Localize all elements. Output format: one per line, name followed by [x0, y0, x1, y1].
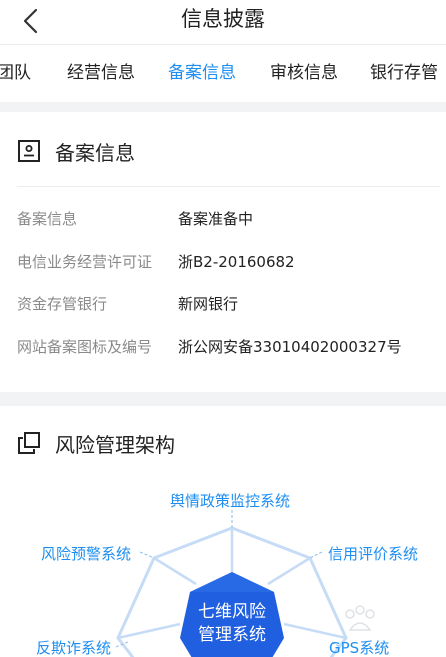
center-label-line2: 管理系统 — [198, 625, 266, 644]
tab-bar: 团队 经营信息 备案信息 审核信息 银行存管 — [0, 44, 446, 102]
info-value: 新网银行 — [178, 295, 239, 313]
info-label: 网站备案图标及编号 — [17, 338, 153, 356]
id-card-icon — [18, 140, 40, 162]
system-label-sentiment: 舆情政策监控系统 — [170, 492, 291, 510]
info-value: 浙公网安备33010402000327号 — [178, 338, 402, 356]
center-label-line1: 七维风险 — [198, 602, 266, 621]
tab-filing[interactable]: 备案信息 — [168, 45, 236, 101]
info-label: 电信业务经营许可证 — [17, 253, 153, 271]
page-title: 信息披露 — [181, 7, 265, 31]
info-value: 备案准备中 — [178, 210, 254, 228]
watermark-logo-icon — [345, 605, 375, 631]
tab-operations[interactable]: 经营信息 — [67, 45, 135, 101]
tab-bank-custody[interactable]: 银行存管 — [370, 45, 438, 101]
filing-card-header: 备案信息 — [17, 134, 135, 168]
tab-audit[interactable]: 审核信息 — [270, 45, 338, 101]
system-label-anti-fraud: 反欺诈系统 — [36, 639, 112, 657]
system-label-gps: GPS系统 — [329, 639, 390, 657]
info-label: 资金存管银行 — [17, 295, 108, 313]
filing-card-title: 备案信息 — [55, 140, 135, 165]
nav-bar: 信息披露 — [0, 0, 446, 44]
info-label: 备案信息 — [17, 210, 78, 228]
system-label-credit: 信用评价系统 — [328, 545, 419, 563]
filing-card: 备案信息 备案信息 备案准备中 电信业务经营许可证 浙B2-20160682 资… — [0, 112, 446, 392]
system-label-warning: 风险预警系统 — [41, 545, 132, 563]
tab-team[interactable]: 团队 — [0, 45, 31, 101]
info-value: 浙B2-20160682 — [178, 253, 295, 271]
divider — [17, 186, 440, 187]
